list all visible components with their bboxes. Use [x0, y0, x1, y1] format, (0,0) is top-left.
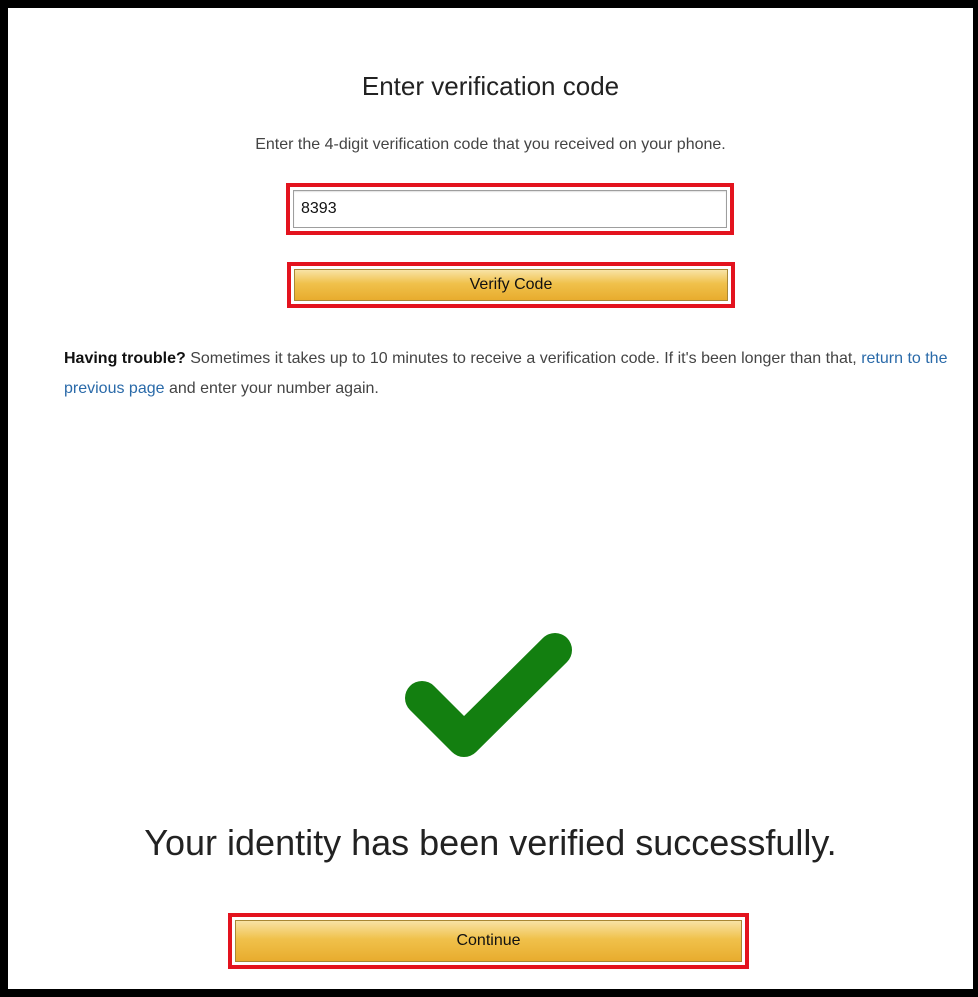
verify-button-highlight: Verify Code — [287, 262, 735, 308]
instruction-text: Enter the 4-digit verification code that… — [255, 136, 726, 153]
code-input-highlight — [286, 183, 734, 235]
success-message: Your identity has been verified successf… — [144, 822, 837, 863]
verification-code-input[interactable] — [293, 190, 727, 228]
checkmark-icon — [405, 633, 572, 757]
trouble-heading: Having trouble? — [64, 350, 186, 367]
continue-button-highlight: Continue — [228, 913, 749, 969]
verification-panel: Enter verification code Enter the 4-digi… — [8, 8, 973, 989]
trouble-paragraph: Having trouble? Sometimes it takes up to… — [64, 344, 954, 404]
page-title: Enter verification code — [361, 71, 620, 101]
trouble-text-before: Sometimes it takes up to 10 minutes to r… — [185, 350, 862, 367]
continue-button[interactable]: Continue — [235, 920, 742, 962]
trouble-text-after: and enter your number again. — [164, 380, 379, 397]
verify-code-button[interactable]: Verify Code — [294, 269, 728, 301]
